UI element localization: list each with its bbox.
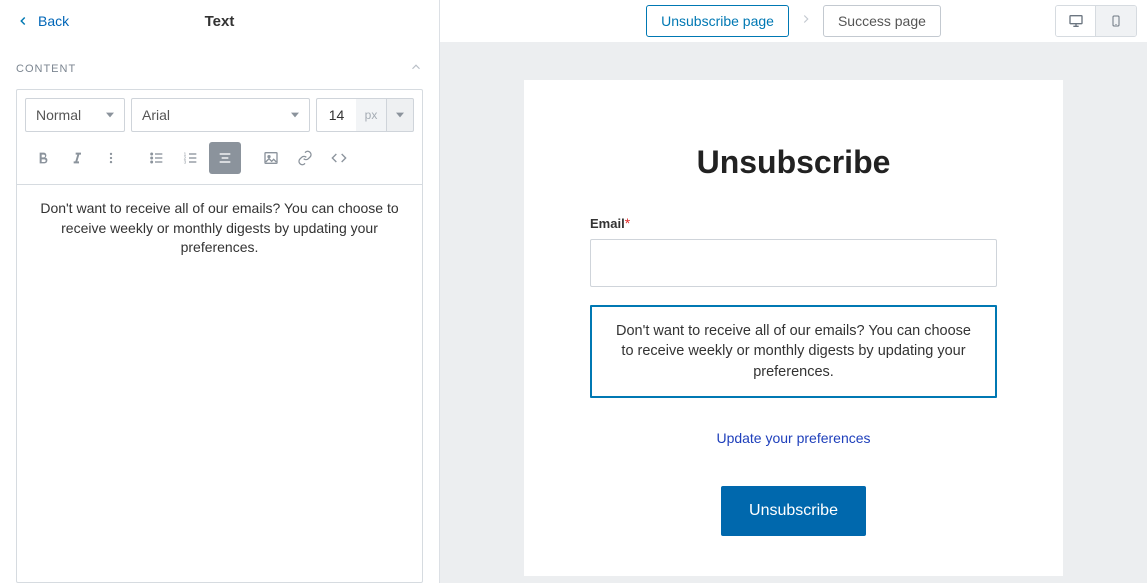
caret-down-icon <box>396 111 404 119</box>
desktop-view-button[interactable] <box>1056 6 1096 36</box>
code-button[interactable] <box>323 142 355 174</box>
editor-textarea[interactable]: Don't want to receive all of our emails?… <box>17 184 422 582</box>
image-button[interactable] <box>255 142 287 174</box>
svg-text:3: 3 <box>184 159 187 164</box>
bold-icon <box>35 150 51 166</box>
font-select-value: Arial <box>142 107 170 123</box>
font-size-unit: px <box>356 98 386 132</box>
font-size-group: px <box>316 98 414 132</box>
page-tabs: Unsubscribe page Success page <box>646 5 941 37</box>
desktop-icon <box>1067 13 1085 29</box>
italic-button[interactable] <box>61 142 93 174</box>
align-center-icon <box>217 150 233 166</box>
editor-toolbar-formats: Normal Arial px <box>17 90 422 138</box>
device-toggle <box>1055 5 1137 37</box>
unsubscribe-button[interactable]: Unsubscribe <box>721 486 866 536</box>
numbered-list-icon: 123 <box>183 150 199 166</box>
chevron-right-icon <box>799 12 813 29</box>
email-input[interactable] <box>590 239 997 287</box>
content-section-header[interactable]: CONTENT <box>0 42 439 85</box>
chevron-up-icon <box>409 60 423 77</box>
sidebar-header: Back Text <box>0 0 439 42</box>
arrow-left-icon <box>16 14 30 28</box>
font-size-stepper[interactable] <box>386 98 414 132</box>
update-preferences-link[interactable]: Update your preferences <box>590 430 997 446</box>
bold-button[interactable] <box>27 142 59 174</box>
editor-toolbar-buttons: 123 <box>17 138 422 184</box>
panel-title: Text <box>205 13 235 30</box>
required-asterisk: * <box>625 215 630 231</box>
email-label: Email <box>590 216 625 231</box>
image-icon <box>263 150 279 166</box>
align-center-button[interactable] <box>209 142 241 174</box>
preview-header: Unsubscribe page Success page <box>440 0 1147 42</box>
more-button[interactable] <box>95 142 127 174</box>
preview-panel: Unsubscribe page Success page Unsubscrib… <box>440 0 1147 583</box>
caret-down-icon <box>291 111 299 119</box>
link-icon <box>297 150 313 166</box>
caret-down-icon <box>106 111 114 119</box>
description-text-block[interactable]: Don't want to receive all of our emails?… <box>590 305 997 398</box>
code-icon <box>331 150 347 166</box>
more-vertical-icon <box>104 151 118 165</box>
mobile-icon <box>1110 12 1122 30</box>
link-button[interactable] <box>289 142 321 174</box>
tab-success-page[interactable]: Success page <box>823 5 941 37</box>
canvas-area: Unsubscribe Email* Don't want to receive… <box>440 42 1147 583</box>
font-size-input[interactable] <box>316 98 356 132</box>
format-select[interactable]: Normal <box>25 98 125 132</box>
editor-card: Normal Arial px <box>16 89 423 583</box>
font-select[interactable]: Arial <box>131 98 310 132</box>
tab-unsubscribe-page[interactable]: Unsubscribe page <box>646 5 789 37</box>
bullet-list-button[interactable] <box>141 142 173 174</box>
editor-sidebar: Back Text CONTENT Normal Arial <box>0 0 440 583</box>
form-card: Unsubscribe Email* Don't want to receive… <box>524 80 1063 576</box>
numbered-list-button[interactable]: 123 <box>175 142 207 174</box>
back-button[interactable]: Back <box>16 13 69 29</box>
bullet-list-icon <box>149 150 165 166</box>
mobile-view-button[interactable] <box>1096 6 1136 36</box>
format-select-value: Normal <box>36 107 81 123</box>
email-field-wrapper: Email* <box>590 215 997 287</box>
form-title: Unsubscribe <box>590 144 997 181</box>
content-section-label: CONTENT <box>16 63 76 75</box>
back-label: Back <box>38 13 69 29</box>
italic-icon <box>69 150 85 166</box>
